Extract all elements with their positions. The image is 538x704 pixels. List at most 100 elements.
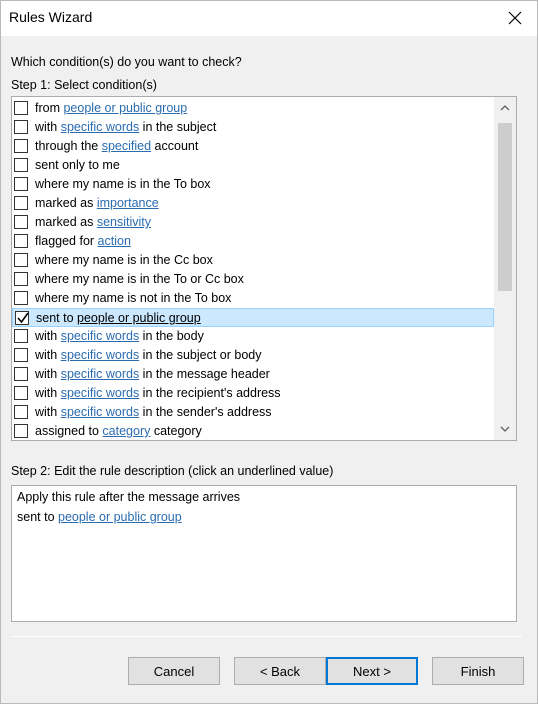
condition-text: sent only to me (35, 158, 120, 172)
condition-link[interactable]: specific words (61, 405, 140, 419)
scrollbar-thumb[interactable] (498, 123, 512, 291)
close-button[interactable] (492, 0, 538, 36)
condition-row[interactable]: with specific words in the sender's addr… (12, 403, 494, 422)
condition-checkbox[interactable] (14, 253, 28, 267)
condition-row[interactable]: with specific words in the subject or bo… (12, 346, 494, 365)
condition-checkbox[interactable] (14, 234, 28, 248)
description-line-2-text: sent to (17, 510, 58, 524)
condition-text-suffix: in the subject (139, 120, 217, 134)
condition-checkbox[interactable] (14, 215, 28, 229)
title-bar: Rules Wizard (0, 0, 538, 36)
condition-text-suffix: category (150, 424, 202, 438)
condition-label: assigned to category category (35, 424, 202, 438)
condition-label: where my name is not in the To box (35, 291, 231, 305)
question-label: Which condition(s) do you want to check? (11, 55, 242, 69)
back-button[interactable]: < Back (234, 657, 326, 685)
condition-checkbox[interactable] (14, 272, 28, 286)
condition-row[interactable]: assigned to category category (12, 422, 494, 440)
window-title: Rules Wizard (9, 9, 93, 25)
condition-row[interactable]: from people or public group (12, 99, 494, 118)
condition-text: where my name is in the To or Cc box (35, 272, 244, 286)
condition-checkbox[interactable] (14, 386, 28, 400)
condition-label: with specific words in the recipient's a… (35, 386, 281, 400)
condition-text: from (35, 101, 64, 115)
condition-link[interactable]: category (102, 424, 150, 438)
condition-text-suffix: in the sender's address (139, 405, 272, 419)
condition-link[interactable]: people or public group (77, 311, 201, 325)
condition-row[interactable]: through the specified account (12, 137, 494, 156)
condition-text: with (35, 386, 61, 400)
conditions-list[interactable]: from people or public group with specific… (11, 96, 517, 441)
finish-button[interactable]: Finish (432, 657, 524, 685)
condition-row[interactable]: with specific words in the body (12, 327, 494, 346)
condition-text: where my name is in the Cc box (35, 253, 213, 267)
condition-text: with (35, 348, 61, 362)
condition-link[interactable]: specific words (61, 348, 140, 362)
condition-checkbox[interactable] (14, 424, 28, 438)
rule-description-box: Apply this rule after the message arrive… (11, 485, 517, 622)
checkmark-icon (17, 312, 29, 324)
condition-link[interactable]: action (98, 234, 131, 248)
condition-checkbox[interactable] (14, 120, 28, 134)
condition-text: with (35, 329, 61, 343)
condition-link[interactable]: specified (102, 139, 151, 153)
condition-text: marked as (35, 196, 97, 210)
condition-row[interactable]: where my name is in the To or Cc box (12, 270, 494, 289)
condition-checkbox[interactable] (14, 405, 28, 419)
description-line-2: sent to people or public group (17, 510, 182, 524)
condition-link[interactable]: sensitivity (97, 215, 151, 229)
condition-row[interactable]: where my name is in the Cc box (12, 251, 494, 270)
conditions-scrollbar[interactable] (494, 97, 516, 440)
condition-checkbox[interactable] (14, 291, 28, 305)
condition-text: assigned to (35, 424, 103, 438)
condition-checkbox[interactable] (15, 311, 29, 325)
condition-checkbox[interactable] (14, 329, 28, 343)
condition-row[interactable]: with specific words in the message heade… (12, 365, 494, 384)
next-button[interactable]: Next > (326, 657, 418, 685)
condition-text-suffix: in the recipient's address (139, 386, 281, 400)
condition-row[interactable]: marked as importance (12, 194, 494, 213)
scroll-up-button[interactable] (494, 97, 516, 119)
condition-label: flagged for action (35, 234, 131, 248)
condition-text-suffix: account (151, 139, 199, 153)
condition-text-suffix: in the message header (139, 367, 270, 381)
condition-link[interactable]: importance (97, 196, 159, 210)
condition-text: with (35, 120, 61, 134)
condition-text: with (35, 405, 61, 419)
scroll-down-button[interactable] (494, 418, 516, 440)
condition-row[interactable]: with specific words in the subject (12, 118, 494, 137)
condition-text: with (35, 367, 61, 381)
condition-checkbox[interactable] (14, 177, 28, 191)
cancel-button[interactable]: Cancel (128, 657, 220, 685)
condition-row[interactable]: sent only to me (12, 156, 494, 175)
chevron-up-icon (500, 105, 510, 111)
condition-label: with specific words in the body (35, 329, 204, 343)
condition-link[interactable]: specific words (61, 120, 140, 134)
close-icon (508, 11, 522, 25)
condition-link[interactable]: people or public group (63, 101, 187, 115)
description-people-link[interactable]: people or public group (58, 510, 182, 524)
condition-checkbox[interactable] (14, 367, 28, 381)
condition-row[interactable]: flagged for action (12, 232, 494, 251)
condition-label: where my name is in the To or Cc box (35, 272, 244, 286)
condition-row[interactable]: sent to people or public group (12, 308, 494, 327)
condition-checkbox[interactable] (14, 139, 28, 153)
condition-link[interactable]: specific words (61, 367, 140, 381)
separator (11, 636, 522, 637)
condition-checkbox[interactable] (14, 158, 28, 172)
condition-label: through the specified account (35, 139, 198, 153)
condition-label: from people or public group (35, 101, 187, 115)
condition-checkbox[interactable] (14, 196, 28, 210)
condition-row[interactable]: where my name is in the To box (12, 175, 494, 194)
step1-label: Step 1: Select condition(s) (11, 78, 157, 92)
condition-text-suffix: in the body (139, 329, 204, 343)
condition-link[interactable]: specific words (61, 386, 140, 400)
condition-text: where my name is not in the To box (35, 291, 232, 305)
condition-link[interactable]: specific words (61, 329, 140, 343)
condition-checkbox[interactable] (14, 101, 28, 115)
condition-label: where my name is in the To box (35, 177, 211, 191)
condition-row[interactable]: marked as sensitivity (12, 213, 494, 232)
condition-row[interactable]: where my name is not in the To box (12, 289, 494, 308)
condition-checkbox[interactable] (14, 348, 28, 362)
condition-row[interactable]: with specific words in the recipient's a… (12, 384, 494, 403)
